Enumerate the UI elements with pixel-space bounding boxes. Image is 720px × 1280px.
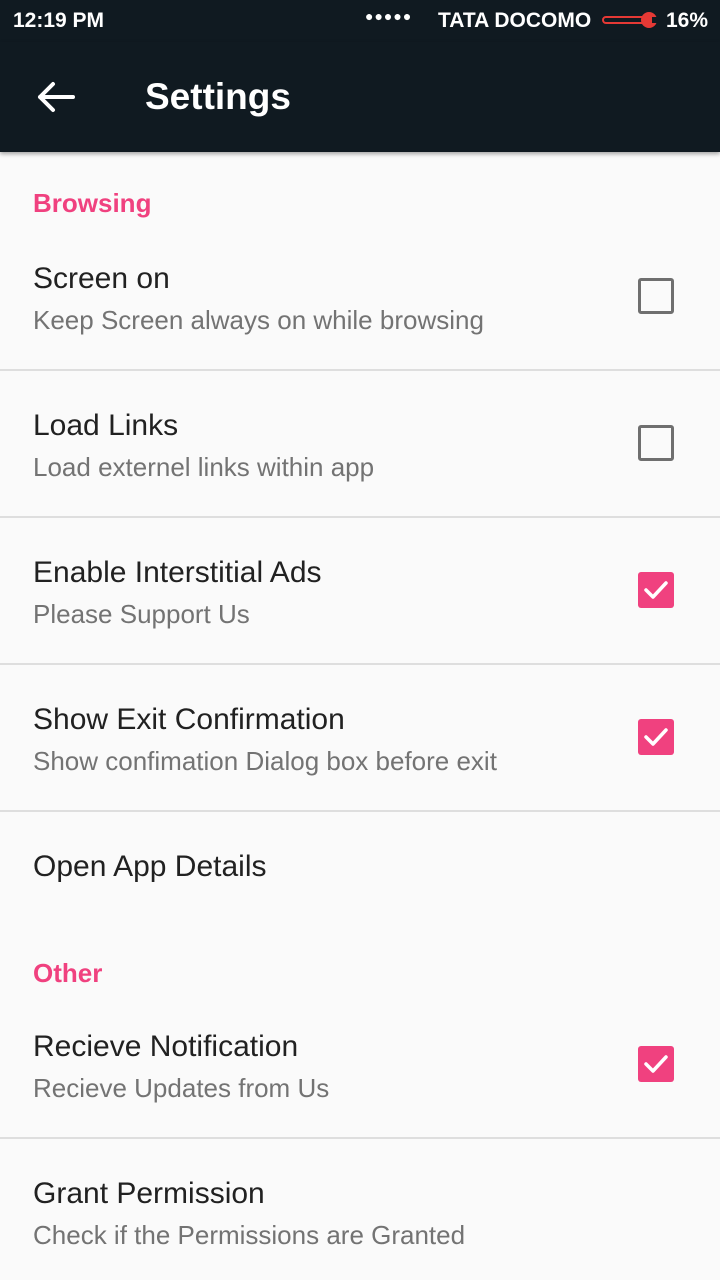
page-title: Settings	[145, 76, 291, 117]
pref-grant-permission[interactable]: Grant Permission Check if the Permission…	[0, 1139, 720, 1280]
checkmark-icon	[644, 581, 668, 599]
pref-screen-on[interactable]: Screen on Keep Screen always on while br…	[0, 238, 720, 370]
pref-load-links[interactable]: Load Links Load externel links within ap…	[0, 371, 720, 517]
section-header-other: Other	[33, 958, 103, 988]
battery-percent: 16%	[666, 9, 709, 32]
carrier-name: TATA DOCOMO	[438, 9, 592, 32]
pref-summary: Please Support Us	[33, 599, 250, 629]
checkmark-icon	[644, 728, 668, 746]
pref-summary: Check if the Permissions are Granted	[33, 1220, 466, 1250]
pref-summary: Keep Screen always on while browsing	[33, 305, 484, 335]
pref-summary: Show confimation Dialog box before exit	[33, 746, 497, 776]
section-header-browsing: Browsing	[33, 188, 152, 218]
app-toolbar: Settings	[0, 42, 720, 152]
pref-summary: Recieve Updates from Us	[33, 1073, 330, 1103]
pref-open-app-details[interactable]: Open App Details	[0, 812, 720, 924]
receive-notification-checkbox[interactable]	[638, 1046, 674, 1082]
status-bar: 12:19 PM ●●●●● TATA DOCOMO 16%	[0, 0, 720, 42]
signal-icon: ●●●●●	[365, 8, 413, 24]
pref-title: Load Links	[33, 409, 179, 442]
screen-on-checkbox[interactable]	[638, 278, 674, 314]
pref-receive-notification[interactable]: Recieve Notification Recieve Updates fro…	[0, 1006, 720, 1138]
battery-icon	[602, 12, 657, 28]
exit-confirmation-checkbox[interactable]	[638, 719, 674, 755]
pref-summary: Load externel links within app	[33, 452, 375, 482]
checkmark-icon	[644, 1055, 668, 1073]
pref-interstitial-ads[interactable]: Enable Interstitial Ads Please Support U…	[0, 518, 720, 664]
pref-title: Open App Details	[33, 850, 267, 883]
interstitial-ads-checkbox[interactable]	[638, 572, 674, 608]
pref-title: Recieve Notification	[33, 1030, 299, 1063]
arrow-left-icon	[38, 82, 75, 112]
pref-title: Grant Permission	[33, 1177, 265, 1210]
load-links-checkbox[interactable]	[638, 425, 674, 461]
pref-title: Screen on	[33, 262, 170, 295]
back-button[interactable]	[28, 72, 84, 122]
status-time: 12:19 PM	[13, 9, 105, 32]
pref-title: Show Exit Confirmation	[33, 703, 345, 736]
pref-title: Enable Interstitial Ads	[33, 556, 322, 589]
pref-exit-confirmation[interactable]: Show Exit Confirmation Show confimation …	[0, 665, 720, 811]
